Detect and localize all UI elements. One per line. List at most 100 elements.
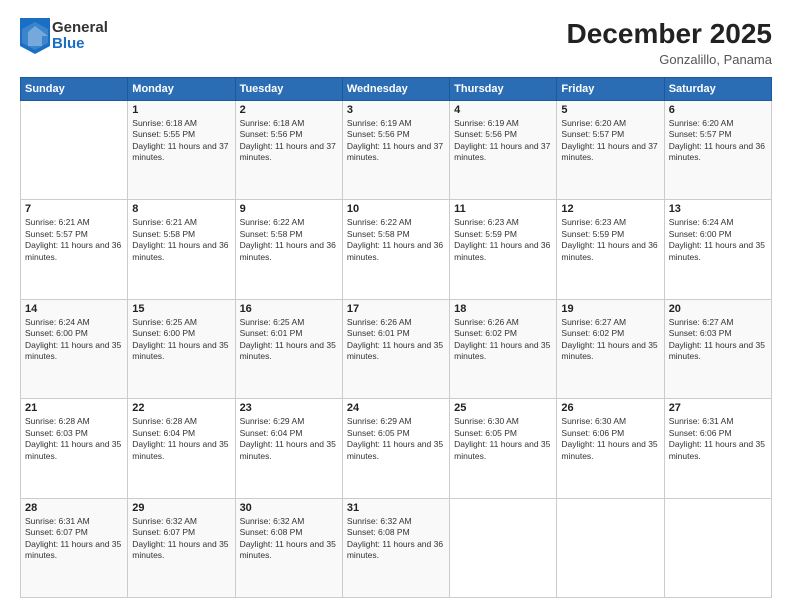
day-info: Sunrise: 6:19 AM Sunset: 5:56 PM Dayligh… [347, 118, 445, 164]
calendar-cell: 14 Sunrise: 6:24 AM Sunset: 6:00 PM Dayli… [21, 299, 128, 398]
day-number: 12 [561, 203, 659, 215]
calendar-cell: 12 Sunrise: 6:23 AM Sunset: 5:59 PM Dayli… [557, 200, 664, 299]
calendar-cell: 15Sunrise: 6:25 AM Sunset: 6:00 PM Dayli… [128, 299, 235, 398]
day-number: 7 [25, 203, 123, 215]
day-number: 2 [240, 104, 338, 116]
calendar-cell: 21Sunrise: 6:28 AM Sunset: 6:03 PM Dayli… [21, 399, 128, 498]
day-number: 10 [347, 203, 445, 215]
calendar-cell: 28Sunrise: 6:31 AM Sunset: 6:07 PM Dayli… [21, 498, 128, 597]
logo-text: General Blue [52, 20, 108, 53]
calendar-cell: 30 Sunrise: 6:32 AM Sunset: 6:08 PM Dayli… [235, 498, 342, 597]
calendar-cell: 27Sunrise: 6:31 AM Sunset: 6:06 PM Dayli… [664, 399, 771, 498]
day-number: 26 [561, 402, 659, 414]
calendar-cell: 6Sunrise: 6:20 AM Sunset: 5:57 PM Daylig… [664, 101, 771, 200]
day-number: 22 [132, 402, 230, 414]
day-number: 20 [669, 303, 767, 315]
page: General Blue December 2025 Gonzalillo, P… [0, 0, 792, 612]
calendar-cell: 17 Sunrise: 6:26 AM Sunset: 6:01 PM Dayli… [342, 299, 449, 398]
day-info: Sunrise: 6:20 AM Sunset: 5:57 PM Dayligh… [561, 118, 659, 164]
day-number: 17 [347, 303, 445, 315]
day-number: 25 [454, 402, 552, 414]
subtitle: Gonzalillo, Panama [567, 52, 772, 67]
day-number: 30 [240, 502, 338, 514]
day-info: Sunrise: 6:18 AM Sunset: 5:56 PM Dayligh… [240, 118, 338, 164]
day-number: 4 [454, 104, 552, 116]
calendar-cell: 11Sunrise: 6:23 AM Sunset: 5:59 PM Dayli… [450, 200, 557, 299]
calendar-cell: 1 Sunrise: 6:18 AM Sunset: 5:55 PM Daylig… [128, 101, 235, 200]
day-info: Sunrise: 6:24 AM Sunset: 6:00 PM Dayligh… [669, 217, 767, 263]
calendar-header-tuesday: Tuesday [235, 78, 342, 101]
calendar-cell [664, 498, 771, 597]
day-info: Sunrise: 6:23 AM Sunset: 5:59 PM Dayligh… [561, 217, 659, 263]
calendar-cell: 20 Sunrise: 6:27 AM Sunset: 6:03 PM Dayli… [664, 299, 771, 398]
calendar-cell: 23 Sunrise: 6:29 AM Sunset: 6:04 PM Dayli… [235, 399, 342, 498]
calendar-cell: 2 Sunrise: 6:18 AM Sunset: 5:56 PM Daylig… [235, 101, 342, 200]
title-block: December 2025 Gonzalillo, Panama [567, 18, 772, 67]
day-number: 11 [454, 203, 552, 215]
day-info: Sunrise: 6:21 AM Sunset: 5:58 PM Dayligh… [132, 217, 230, 263]
calendar-cell: 18 Sunrise: 6:26 AM Sunset: 6:02 PM Dayli… [450, 299, 557, 398]
day-info: Sunrise: 6:27 AM Sunset: 6:02 PM Dayligh… [561, 317, 659, 363]
calendar-week-4: 21Sunrise: 6:28 AM Sunset: 6:03 PM Dayli… [21, 399, 772, 498]
header: General Blue December 2025 Gonzalillo, P… [20, 18, 772, 67]
day-info: Sunrise: 6:20 AM Sunset: 5:57 PM Dayligh… [669, 118, 767, 164]
day-number: 21 [25, 402, 123, 414]
day-info: Sunrise: 6:28 AM Sunset: 6:04 PM Dayligh… [132, 416, 230, 462]
calendar-cell: 5Sunrise: 6:20 AM Sunset: 5:57 PM Daylig… [557, 101, 664, 200]
day-number: 23 [240, 402, 338, 414]
day-info: Sunrise: 6:21 AM Sunset: 5:57 PM Dayligh… [25, 217, 123, 263]
calendar-header-wednesday: Wednesday [342, 78, 449, 101]
day-number: 1 [132, 104, 230, 116]
calendar-cell: 26 Sunrise: 6:30 AM Sunset: 6:06 PM Dayli… [557, 399, 664, 498]
day-info: Sunrise: 6:29 AM Sunset: 6:05 PM Dayligh… [347, 416, 445, 462]
calendar-week-1: 1 Sunrise: 6:18 AM Sunset: 5:55 PM Daylig… [21, 101, 772, 200]
calendar-cell: 9Sunrise: 6:22 AM Sunset: 5:58 PM Daylig… [235, 200, 342, 299]
calendar-table: SundayMondayTuesdayWednesdayThursdayFrid… [20, 77, 772, 598]
day-number: 19 [561, 303, 659, 315]
day-info: Sunrise: 6:26 AM Sunset: 6:01 PM Dayligh… [347, 317, 445, 363]
calendar-week-3: 14 Sunrise: 6:24 AM Sunset: 6:00 PM Dayli… [21, 299, 772, 398]
calendar-header-row: SundayMondayTuesdayWednesdayThursdayFrid… [21, 78, 772, 101]
day-number: 8 [132, 203, 230, 215]
day-number: 16 [240, 303, 338, 315]
day-number: 13 [669, 203, 767, 215]
calendar-cell: 29 Sunrise: 6:32 AM Sunset: 6:07 PM Dayli… [128, 498, 235, 597]
calendar-cell: 10Sunrise: 6:22 AM Sunset: 5:58 PM Dayli… [342, 200, 449, 299]
day-info: Sunrise: 6:18 AM Sunset: 5:55 PM Dayligh… [132, 118, 230, 164]
calendar-header-friday: Friday [557, 78, 664, 101]
day-number: 3 [347, 104, 445, 116]
day-info: Sunrise: 6:24 AM Sunset: 6:00 PM Dayligh… [25, 317, 123, 363]
day-info: Sunrise: 6:31 AM Sunset: 6:06 PM Dayligh… [669, 416, 767, 462]
logo-blue-text: Blue [52, 36, 108, 53]
day-info: Sunrise: 6:27 AM Sunset: 6:03 PM Dayligh… [669, 317, 767, 363]
day-number: 18 [454, 303, 552, 315]
day-info: Sunrise: 6:22 AM Sunset: 5:58 PM Dayligh… [240, 217, 338, 263]
calendar-cell: 16Sunrise: 6:25 AM Sunset: 6:01 PM Dayli… [235, 299, 342, 398]
calendar-cell [557, 498, 664, 597]
day-info: Sunrise: 6:26 AM Sunset: 6:02 PM Dayligh… [454, 317, 552, 363]
calendar-cell: 3 Sunrise: 6:19 AM Sunset: 5:56 PM Daylig… [342, 101, 449, 200]
day-number: 14 [25, 303, 123, 315]
calendar-cell: 4 Sunrise: 6:19 AM Sunset: 5:56 PM Daylig… [450, 101, 557, 200]
calendar-cell [21, 101, 128, 200]
calendar-week-2: 7 Sunrise: 6:21 AM Sunset: 5:57 PM Daylig… [21, 200, 772, 299]
day-info: Sunrise: 6:32 AM Sunset: 6:08 PM Dayligh… [240, 516, 338, 562]
logo-general-text: General [52, 20, 108, 37]
day-number: 28 [25, 502, 123, 514]
day-number: 29 [132, 502, 230, 514]
calendar-cell: 24 Sunrise: 6:29 AM Sunset: 6:05 PM Dayli… [342, 399, 449, 498]
day-number: 24 [347, 402, 445, 414]
day-info: Sunrise: 6:30 AM Sunset: 6:05 PM Dayligh… [454, 416, 552, 462]
day-info: Sunrise: 6:30 AM Sunset: 6:06 PM Dayligh… [561, 416, 659, 462]
calendar-cell: 8 Sunrise: 6:21 AM Sunset: 5:58 PM Daylig… [128, 200, 235, 299]
day-info: Sunrise: 6:32 AM Sunset: 6:07 PM Dayligh… [132, 516, 230, 562]
calendar-cell: 25 Sunrise: 6:30 AM Sunset: 6:05 PM Dayli… [450, 399, 557, 498]
calendar-cell: 22 Sunrise: 6:28 AM Sunset: 6:04 PM Dayli… [128, 399, 235, 498]
calendar-cell: 13 Sunrise: 6:24 AM Sunset: 6:00 PM Dayli… [664, 200, 771, 299]
day-number: 15 [132, 303, 230, 315]
day-info: Sunrise: 6:29 AM Sunset: 6:04 PM Dayligh… [240, 416, 338, 462]
calendar-header-thursday: Thursday [450, 78, 557, 101]
logo: General Blue [20, 18, 108, 54]
calendar-header-saturday: Saturday [664, 78, 771, 101]
day-info: Sunrise: 6:19 AM Sunset: 5:56 PM Dayligh… [454, 118, 552, 164]
